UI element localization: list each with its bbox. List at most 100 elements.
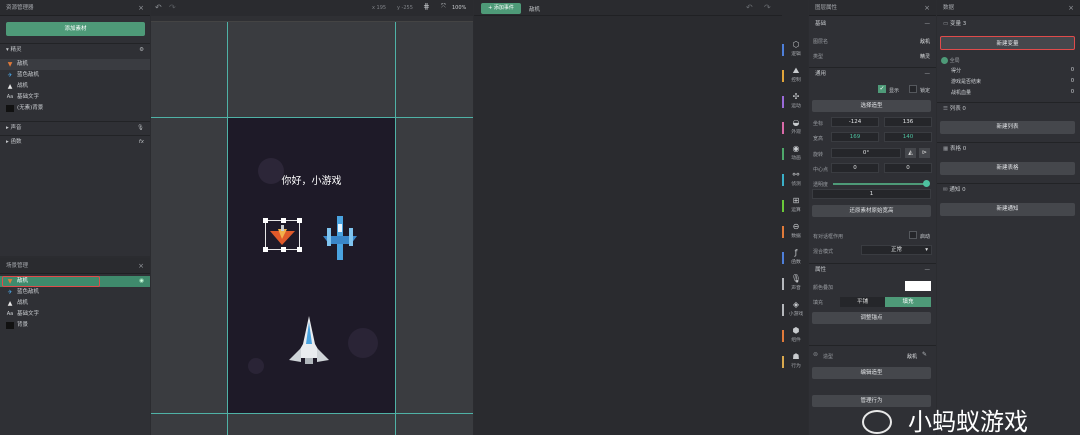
rotation-input[interactable]: 0° <box>831 148 901 158</box>
select-shape-button[interactable]: 选择造型 <box>812 100 931 112</box>
category-operation[interactable]: ⊞ 运算 <box>782 196 810 213</box>
center-x-input[interactable]: 0 <box>831 163 879 173</box>
sprite-item[interactable]: Aa 基础文字 <box>0 92 150 103</box>
game-screen[interactable]: 你好，小游戏 <box>228 118 395 413</box>
category-minigame[interactable]: ◈ 小游戏 <box>782 300 810 317</box>
variable-row[interactable]: 游戏是否结束 0 <box>951 78 1074 87</box>
blend-mode-select[interactable]: 正常 ▾ <box>861 245 932 255</box>
function-section-label: 函数 <box>10 139 22 145</box>
attr-section-header[interactable]: 属性 — <box>809 264 936 276</box>
notices-header[interactable]: ✉ 通知 0 <box>937 184 1080 196</box>
fighter-sprite[interactable] <box>287 314 331 370</box>
category-control[interactable]: ⛰ 控制 <box>782 66 810 83</box>
flip-horizontal-icon[interactable]: ◭ <box>905 148 916 158</box>
scene-item-label: 敌机 <box>17 278 29 284</box>
scene-item-selected[interactable]: ▼ 敌机 ◉ <box>0 276 150 287</box>
microphone-icon[interactable]: 🎙 <box>137 122 144 134</box>
edit-icon[interactable]: ✎ <box>922 351 927 358</box>
new-notice-button[interactable]: 新建通知 <box>940 203 1075 216</box>
y-input[interactable]: 136 <box>884 117 932 127</box>
settings-icon[interactable]: ⚙ <box>139 44 144 56</box>
category-function[interactable]: ƒ 函数 <box>782 248 810 265</box>
grid-toggle-icon[interactable]: ⋕ <box>423 2 430 11</box>
scene-item[interactable]: Aa 基础文字 <box>0 309 150 320</box>
manage-behavior-button[interactable]: 管理行为 <box>812 395 931 407</box>
variables-header[interactable]: ▭ 变量 3 <box>937 18 1080 30</box>
greeting-text[interactable]: 你好，小游戏 <box>228 172 395 187</box>
variable-row[interactable]: 得分 0 <box>951 67 1074 76</box>
sound-section-header[interactable]: ▸ 声音 🎙 <box>0 122 150 134</box>
category-data[interactable]: ⊖ 数据 <box>782 222 810 239</box>
category-animation[interactable]: ◉ 动画 <box>782 144 810 161</box>
category-color-bar <box>782 356 784 368</box>
blue-enemy-sprite[interactable] <box>321 214 359 262</box>
new-variable-button[interactable]: 新建变量 <box>940 36 1075 50</box>
redo-icon[interactable]: ↷ <box>764 3 771 12</box>
function-section-header[interactable]: ▸ 函数 fx <box>0 136 150 148</box>
category-behavior[interactable]: ☗ 行为 <box>782 352 810 369</box>
variable-row[interactable]: 战机血量 0 <box>951 89 1074 98</box>
edit-shape-button[interactable]: 编辑造型 <box>812 367 931 379</box>
category-motion[interactable]: ✣ 运动 <box>782 92 810 109</box>
color-swatch[interactable] <box>905 281 931 291</box>
zoom-level[interactable]: 100% <box>452 5 466 11</box>
category-detect[interactable]: ⚯ 侦测 <box>782 170 810 187</box>
collapse-icon[interactable]: — <box>925 18 931 30</box>
undo-icon[interactable]: ↶ <box>155 3 162 12</box>
sound-section-label: 声音 <box>10 125 22 131</box>
scene-item[interactable]: 背景 <box>0 320 150 331</box>
fill-option-selected[interactable]: 填充 <box>885 297 931 307</box>
opacity-slider[interactable] <box>833 180 930 187</box>
sprite-section-header[interactable]: ▾ 精灵 ⚙ <box>0 44 150 56</box>
layer-name-value[interactable]: 敌机 <box>920 38 930 45</box>
restore-size-button[interactable]: 还原素材原始宽高 <box>812 205 931 217</box>
height-input[interactable]: 140 <box>884 132 932 142</box>
category-sound[interactable]: 🎙 声音 <box>782 274 810 291</box>
close-icon[interactable]: × <box>1068 0 1074 16</box>
add-event-button[interactable]: + 添加事件 <box>481 3 521 14</box>
sprite-item[interactable]: ▲ 战机 <box>0 81 150 92</box>
new-table-button[interactable]: 新建表格 <box>940 162 1075 175</box>
tables-header[interactable]: ▦ 表格 0 <box>937 143 1080 155</box>
undo-icon[interactable]: ↶ <box>746 3 753 12</box>
center-y-input[interactable]: 0 <box>884 163 932 173</box>
lists-header[interactable]: ☰ 列表 0 <box>937 103 1080 115</box>
collapse-icon[interactable]: — <box>925 264 931 276</box>
selected-sprite-box[interactable] <box>263 218 302 252</box>
new-list-button[interactable]: 新建列表 <box>940 121 1075 134</box>
opacity-slider-knob[interactable] <box>923 180 930 187</box>
lock-checkbox[interactable] <box>909 85 917 93</box>
close-icon[interactable]: × <box>138 258 144 274</box>
general-section-header[interactable]: 通用 — <box>809 68 936 80</box>
category-logic[interactable]: ⬡ 逻辑 <box>782 40 810 57</box>
notices-count: 通知 0 <box>949 187 966 193</box>
category-appearance[interactable]: ◒ 外观 <box>782 118 810 135</box>
color-overlay-label: 颜色叠加 <box>813 285 834 291</box>
sprite-item[interactable]: (无素)背景 <box>0 103 150 114</box>
scene-item[interactable]: ✈ 蓝色敌机 <box>0 287 150 298</box>
x-input[interactable]: -124 <box>831 117 879 127</box>
tile-option[interactable]: 平铺 <box>840 297 885 307</box>
adjust-anchor-button[interactable]: 调整锚点 <box>812 312 931 324</box>
sprite-item[interactable]: ▼ 敌机 <box>0 59 150 70</box>
scene-item[interactable]: ▲ 战机 <box>0 298 150 309</box>
opacity-input[interactable]: 1 <box>812 189 931 199</box>
basic-section-header[interactable]: 基础 — <box>809 18 936 30</box>
flip-vertical-icon[interactable]: ⊳ <box>919 148 930 158</box>
close-icon[interactable]: × <box>924 0 930 16</box>
category-component[interactable]: ⬢ 组件 <box>782 326 810 343</box>
physics-checkbox[interactable] <box>909 231 917 239</box>
fit-icon[interactable]: ⤧ <box>441 3 446 11</box>
scene-item-label: 战机 <box>17 300 29 306</box>
add-asset-button[interactable]: 添加素材 <box>6 22 145 36</box>
lock-label: 锁定 <box>920 88 931 94</box>
show-checkbox[interactable]: ✓ <box>878 85 886 93</box>
collapse-icon[interactable]: — <box>925 68 931 80</box>
function-icon[interactable]: fx <box>139 136 144 148</box>
visibility-icon[interactable]: ◉ <box>139 276 144 287</box>
sprite-item[interactable]: ✈ 蓝色敌机 <box>0 70 150 81</box>
shape-row: ⊚ 造型 敌机 ✎ <box>809 350 936 362</box>
close-icon[interactable]: × <box>138 0 144 16</box>
width-input[interactable]: 169 <box>831 132 879 142</box>
redo-icon[interactable]: ↷ <box>169 3 176 12</box>
